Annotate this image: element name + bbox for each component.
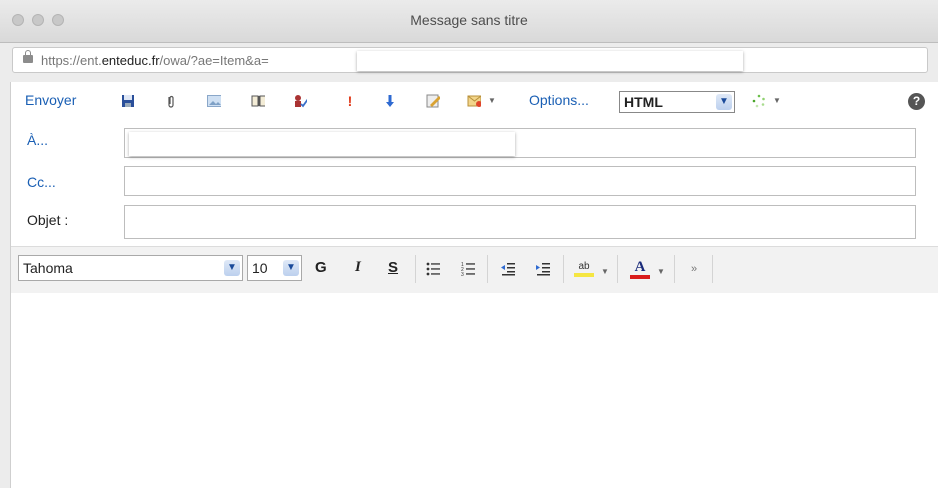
- save-icon[interactable]: [121, 94, 135, 108]
- chevron-down-icon[interactable]: ▼: [283, 260, 299, 276]
- attach-icon[interactable]: [164, 94, 178, 108]
- message-body-editor[interactable]: [11, 293, 938, 488]
- address-bar[interactable]: https://ent.enteduc.fr/owa/?ae=Item&a=: [12, 47, 928, 73]
- url-suffix: /owa/?ae=Item&a=: [159, 53, 269, 68]
- font-color-dropdown-arrow[interactable]: ▼: [657, 267, 665, 276]
- decrease-indent-icon[interactable]: [501, 262, 515, 276]
- to-button[interactable]: À...: [27, 132, 48, 148]
- bullet-list-icon[interactable]: [426, 262, 440, 276]
- address-book-icon[interactable]: [251, 94, 265, 108]
- toolbar-separator: [674, 255, 675, 283]
- toolbar-separator: [712, 255, 713, 283]
- underline-button[interactable]: S: [388, 259, 398, 276]
- compose-window: Envoyer ! ▼ Options... HTML ▼ ▼ ? À... C…: [10, 82, 938, 488]
- importance-low-icon[interactable]: [383, 94, 397, 108]
- toolbar-separator: [415, 255, 416, 283]
- chevron-down-icon[interactable]: ▼: [224, 260, 240, 276]
- font-size-value: 10: [252, 260, 268, 276]
- font-family-value: Tahoma: [23, 260, 73, 276]
- url-domain: enteduc.fr: [101, 53, 160, 68]
- importance-high-icon[interactable]: !: [343, 94, 357, 108]
- subject-field[interactable]: [124, 205, 916, 239]
- toolbar-separator: [563, 255, 564, 283]
- to-redaction: [129, 132, 515, 156]
- options-button[interactable]: Options...: [529, 92, 589, 108]
- lock-icon: [23, 50, 33, 63]
- window-title: Message sans titre: [410, 12, 528, 28]
- chevron-down-icon[interactable]: ▼: [716, 94, 732, 110]
- font-color-label: A: [634, 259, 646, 275]
- increase-indent-icon[interactable]: [536, 262, 550, 276]
- font-size-select[interactable]: 10 ▼: [247, 255, 302, 281]
- highlight-dropdown-arrow[interactable]: ▼: [601, 267, 609, 276]
- url-redaction: [357, 51, 743, 71]
- numbered-list-icon[interactable]: 123: [461, 262, 475, 276]
- send-button[interactable]: Envoyer: [25, 92, 76, 108]
- italic-button[interactable]: I: [355, 259, 361, 276]
- message-format-value: HTML: [624, 94, 663, 110]
- font-color-swatch: [630, 275, 650, 279]
- expand-toolbar-icon[interactable]: »: [687, 262, 701, 276]
- check-names-icon[interactable]: [293, 94, 307, 108]
- compose-toolbar: Envoyer ! ▼ Options... HTML ▼ ▼ ?: [11, 82, 938, 120]
- highlight-swatch: [574, 273, 594, 277]
- bold-button[interactable]: G: [315, 259, 327, 276]
- svg-text:3: 3: [461, 272, 464, 276]
- url-text[interactable]: https://ent.enteduc.fr/owa/?ae=Item&a=: [41, 53, 269, 68]
- spell-check-icon[interactable]: [426, 94, 440, 108]
- highlight-label: ab: [578, 261, 590, 272]
- toolbar-separator: [487, 255, 488, 283]
- cc-field[interactable]: [124, 166, 916, 196]
- formatting-toolbar: Tahoma ▼ 10 ▼ G I S 123 ab ▼ A ▼ »: [11, 246, 938, 294]
- message-format-select[interactable]: HTML ▼: [619, 91, 735, 113]
- font-family-select[interactable]: Tahoma ▼: [18, 255, 243, 281]
- loading-icon: [752, 94, 766, 108]
- toolbar-separator: [617, 255, 618, 283]
- message-flag-icon[interactable]: [467, 94, 481, 108]
- insert-image-icon[interactable]: [207, 94, 221, 108]
- cc-button[interactable]: Cc...: [27, 174, 56, 190]
- url-prefix: https://ent.: [41, 53, 102, 68]
- font-color-button[interactable]: A: [629, 258, 651, 280]
- help-icon[interactable]: ?: [908, 93, 925, 110]
- highlight-color-button[interactable]: ab: [573, 258, 595, 280]
- message-flag-dropdown-arrow[interactable]: ▼: [488, 96, 496, 105]
- loading-dropdown-arrow[interactable]: ▼: [773, 96, 781, 105]
- window-titlebar: Message sans titre: [0, 0, 938, 43]
- subject-label: Objet :: [27, 212, 69, 228]
